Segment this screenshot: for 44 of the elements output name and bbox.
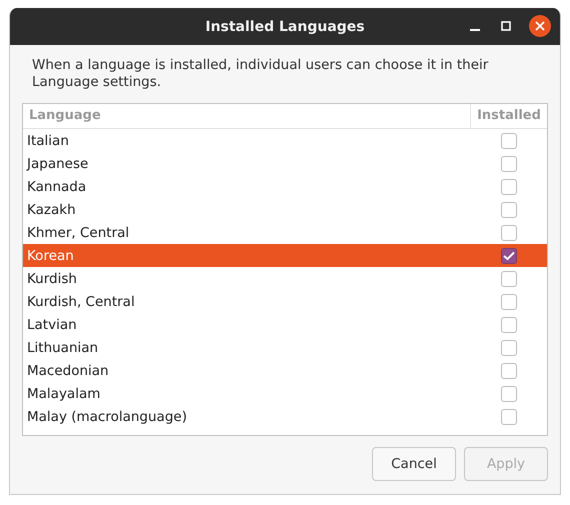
installed-checkbox[interactable] [501,340,517,356]
maximize-icon[interactable] [498,18,514,34]
language-name: Kurdish [27,270,78,286]
language-name: Malay (macrolanguage) [27,408,188,424]
language-row[interactable]: Japanese [23,152,547,175]
language-name: Lithuanian [27,340,100,356]
language-row[interactable]: Kazakh [23,198,547,221]
language-row[interactable]: Korean [23,244,547,267]
installed-checkbox[interactable] [501,202,517,218]
language-name: Kurdish, Central [27,294,136,310]
installed-checkbox[interactable] [501,224,517,240]
language-name: Japanese [27,156,90,172]
language-row[interactable]: Macedonian [23,359,547,382]
installed-checkbox[interactable] [501,248,517,264]
installed-checkbox[interactable] [501,362,517,378]
language-row[interactable]: Kurdish, Central [23,290,547,313]
language-name: Kazakh [27,202,77,218]
language-name: Khmer, Central [27,224,130,240]
installed-checkbox[interactable] [501,270,517,286]
installed-checkbox[interactable] [501,408,517,424]
window-title: Installed Languages [205,18,365,34]
language-row[interactable]: Lithuanian [23,336,547,359]
cancel-button[interactable]: Cancel [372,447,456,481]
language-row[interactable]: Kannada [23,175,547,198]
close-icon[interactable] [529,15,551,37]
language-row[interactable]: Malay (macrolanguage) [23,405,547,428]
language-name: Korean [27,248,75,264]
description-text: When a language is installed, individual users can choose it in their Language settings. [32,57,490,91]
language-name: Italian [27,132,70,148]
language-name: Macedonian [27,362,110,378]
installed-checkbox[interactable] [501,386,517,402]
language-row[interactable]: Latvian [23,313,547,336]
language-name: Kannada [27,178,88,194]
language-row[interactable]: Kurdish [23,267,547,290]
installed-checkbox[interactable] [501,294,517,310]
language-row[interactable]: Khmer, Central [23,221,547,244]
installed-checkbox[interactable] [501,178,517,194]
language-row[interactable]: Malayalam [23,382,547,405]
language-name: Latvian [27,316,78,332]
installed-checkbox[interactable] [501,316,517,332]
language-row[interactable]: Italian [23,129,547,152]
installed-checkbox[interactable] [501,156,517,172]
language-name: Malayalam [27,386,102,402]
installed-checkbox[interactable] [501,132,517,148]
